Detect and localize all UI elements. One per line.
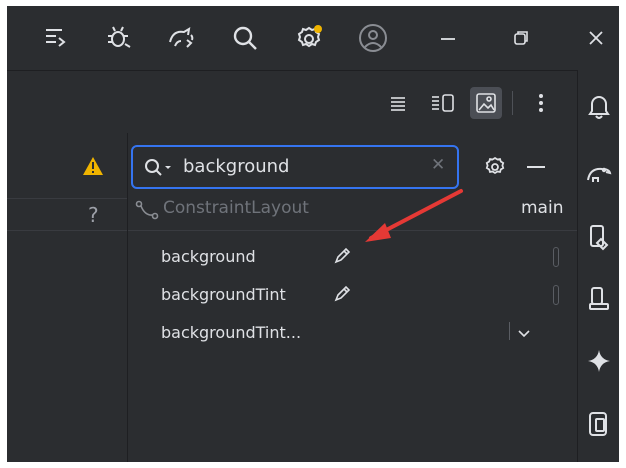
- close-icon[interactable]: [578, 20, 614, 56]
- restore-icon[interactable]: [503, 20, 539, 56]
- split-view-icon[interactable]: [427, 87, 459, 119]
- device-manager-icon[interactable]: [583, 221, 615, 253]
- attributes-panel: background ✕ ConstraintLayout main backg…: [128, 133, 577, 462]
- help-icon[interactable]: ?: [88, 203, 99, 227]
- attribute-name: background: [161, 247, 256, 266]
- clear-icon[interactable]: ✕: [431, 155, 445, 175]
- attribute-row[interactable]: backgroundTint: [128, 277, 577, 313]
- warning-icon[interactable]: [82, 156, 104, 180]
- debug-icon[interactable]: [101, 20, 137, 56]
- left-pane: ?: [7, 133, 128, 462]
- value-field[interactable]: [553, 247, 559, 267]
- design-view-icon[interactable]: [470, 87, 502, 119]
- search-input[interactable]: background: [183, 156, 289, 177]
- commit-icon[interactable]: [37, 20, 73, 56]
- sync-icon[interactable]: [164, 20, 200, 56]
- gemini-icon[interactable]: [583, 345, 615, 377]
- running-devices-icon[interactable]: [583, 283, 615, 315]
- settings-icon[interactable]: [292, 20, 328, 56]
- pick-resource-icon[interactable]: [333, 283, 353, 307]
- editor-toolbar: [7, 70, 577, 134]
- left-divider-2: [7, 230, 127, 231]
- attribute-search-box[interactable]: background ✕: [131, 145, 459, 189]
- header-divider: [128, 230, 577, 231]
- constraint-layout-icon: [135, 199, 161, 227]
- ide-window: ? background ✕ ConstraintLayout main bac…: [7, 6, 619, 462]
- value-field[interactable]: [553, 285, 559, 305]
- minimize-icon[interactable]: [430, 20, 466, 56]
- collapse-icon[interactable]: [527, 166, 545, 168]
- attribute-row[interactable]: backgroundTint...: [128, 315, 577, 351]
- title-bar: [7, 6, 619, 70]
- attribute-name: backgroundTint...: [161, 323, 302, 342]
- component-name: ConstraintLayout: [163, 198, 309, 218]
- search-icon: [143, 157, 175, 183]
- annotation-arrow-icon: [365, 189, 463, 242]
- chevron-down-icon[interactable]: [517, 324, 531, 343]
- right-tool-strip: [577, 70, 619, 462]
- profile-icon[interactable]: [355, 20, 391, 56]
- toolbar-divider: [512, 91, 513, 115]
- left-divider: [7, 198, 127, 199]
- pick-resource-icon[interactable]: [333, 245, 353, 269]
- panel-settings-icon[interactable]: [483, 155, 507, 183]
- device-mirror-icon[interactable]: [583, 408, 615, 440]
- dropdown-divider: [509, 322, 510, 340]
- search-icon[interactable]: [227, 20, 263, 56]
- notifications-icon[interactable]: [583, 90, 615, 122]
- layout-name: main: [521, 198, 564, 218]
- gradle-icon[interactable]: [583, 157, 615, 189]
- more-options-icon[interactable]: [525, 87, 557, 119]
- attribute-name: backgroundTint: [161, 285, 286, 304]
- code-view-icon[interactable]: [382, 87, 414, 119]
- attribute-row[interactable]: background: [128, 239, 577, 275]
